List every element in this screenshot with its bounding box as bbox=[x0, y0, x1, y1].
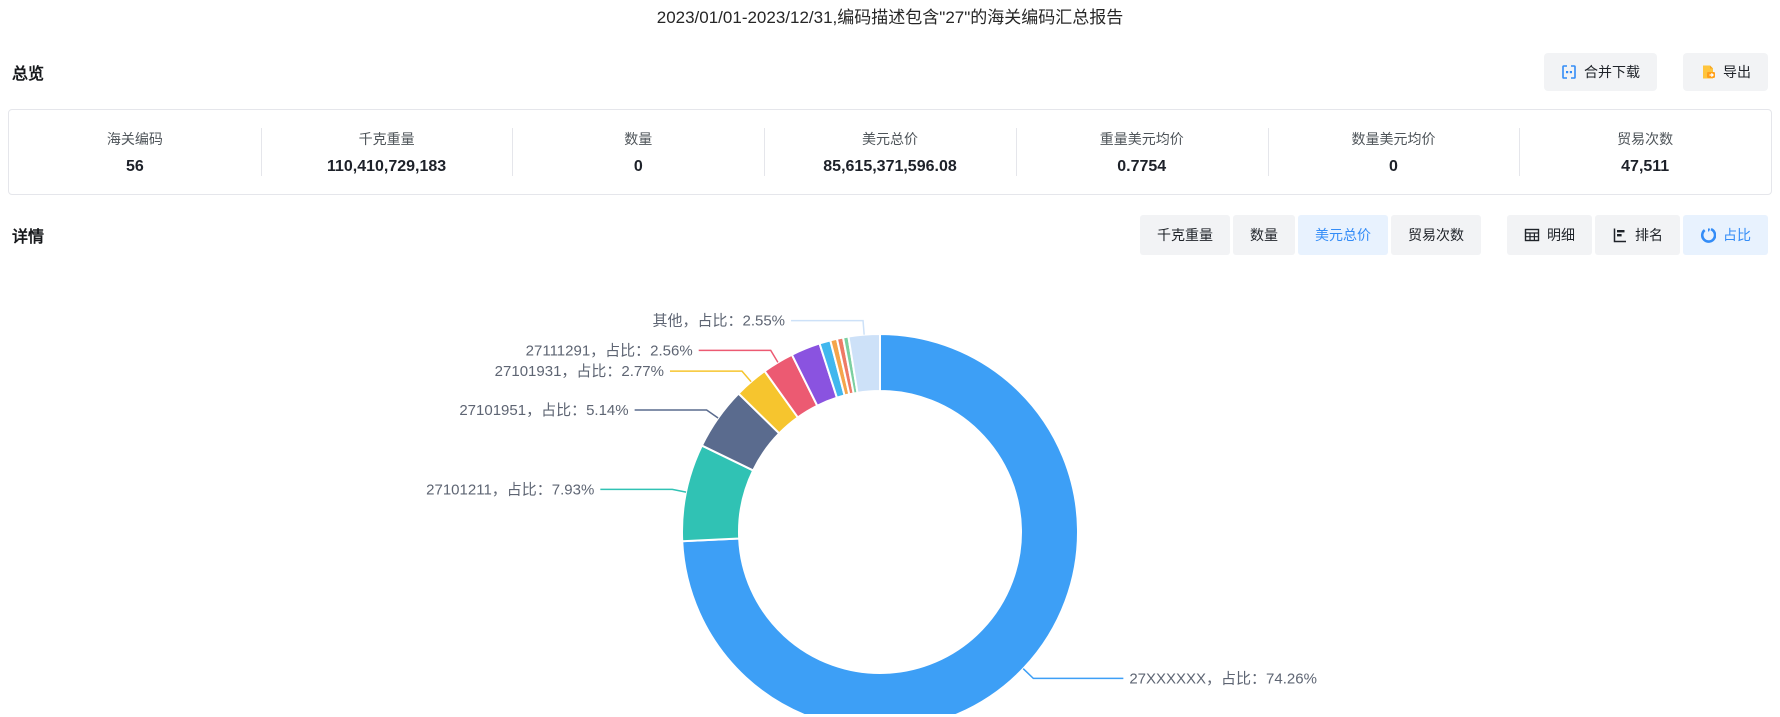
pie-label-line bbox=[669, 370, 752, 383]
stat-label: 贸易次数 bbox=[1617, 130, 1674, 147]
stat-label: 数量 bbox=[624, 130, 653, 147]
stat-label: 重量美元均价 bbox=[1099, 130, 1184, 147]
tab-ranking[interactable]: 排名 bbox=[1595, 215, 1680, 255]
stat-value: 0 bbox=[1389, 157, 1398, 175]
export-button[interactable]: 导出 bbox=[1683, 53, 1768, 91]
tab-label: 占比 bbox=[1723, 227, 1751, 243]
pie-label-line bbox=[791, 319, 865, 335]
stat-value: 56 bbox=[125, 157, 144, 175]
ranking-icon bbox=[1612, 227, 1628, 243]
merge-download-label: 合并下载 bbox=[1584, 64, 1640, 80]
tab-label: 数量 bbox=[1250, 227, 1278, 243]
tab-usd-total[interactable]: 美元总价 bbox=[1298, 215, 1388, 255]
merge-download-icon bbox=[1561, 64, 1577, 80]
stat-usd-per-weight: 重量美元均价 0.7754 bbox=[1015, 110, 1268, 194]
merge-download-button[interactable]: 合并下载 bbox=[1544, 53, 1657, 91]
donut-icon bbox=[1700, 227, 1716, 243]
stat-value: 85,615,371,596.08 bbox=[823, 157, 957, 175]
pie-label-其他: 其他，占比：2.55% bbox=[652, 313, 785, 330]
stat-value: 0 bbox=[633, 157, 643, 175]
tab-label: 千克重量 bbox=[1157, 227, 1213, 243]
pie-label-27101211: 27101211，占比：7.93% bbox=[426, 481, 594, 498]
table-icon bbox=[1524, 227, 1540, 243]
tab-label: 明细 bbox=[1547, 227, 1575, 243]
stat-quantity: 数量 0 bbox=[512, 110, 764, 194]
stat-label: 美元总价 bbox=[862, 130, 919, 147]
stat-usd-per-quantity: 数量美元均价 0 bbox=[1267, 110, 1520, 194]
tab-trade-count[interactable]: 贸易次数 bbox=[1391, 215, 1481, 255]
detail-heading: 详情 bbox=[12, 229, 45, 246]
stat-value: 47,511 bbox=[1621, 157, 1670, 175]
tab-quantity[interactable]: 数量 bbox=[1233, 215, 1295, 255]
stat-customs-code: 海关编码 56 bbox=[9, 110, 261, 194]
page-title: 2023/01/01-2023/12/31,编码描述包含"27"的海关编码汇总报… bbox=[656, 8, 1124, 27]
metric-tab-group: 千克重量 数量 美元总价 贸易次数 bbox=[1140, 215, 1481, 255]
pie-chart-canvas: 27XXXXXX，占比：74.26% 27101211，占比：7.93% 27101… bbox=[426, 313, 1317, 714]
overview-stats-card: 海关编码 56 千克重量 110,410,729,183 数量 0 美元总价 8… bbox=[8, 109, 1772, 195]
view-tab-group: 明细 排名 占比 bbox=[1507, 215, 1768, 255]
detail-header: 详情 千克重量 数量 美元总价 贸易次数 明细 排名 占比 bbox=[0, 215, 1780, 255]
stat-usd-total: 美元总价 85,615,371,596.08 bbox=[764, 110, 1016, 194]
pie-label-27101931: 27101931，占比：2.77% bbox=[495, 363, 664, 380]
stat-label: 海关编码 bbox=[106, 130, 163, 147]
export-icon bbox=[1700, 64, 1716, 80]
tab-detail-list[interactable]: 明细 bbox=[1507, 215, 1592, 255]
detail-controls: 千克重量 数量 美元总价 贸易次数 明细 排名 占比 bbox=[1140, 215, 1768, 255]
pie-label-line bbox=[1022, 668, 1124, 680]
pie-label-27101951: 27101951，占比：5.14% bbox=[459, 402, 628, 419]
stat-label: 数量美元均价 bbox=[1351, 130, 1436, 147]
tab-kg-weight[interactable]: 千克重量 bbox=[1140, 215, 1230, 255]
pie-label-line bbox=[600, 488, 687, 493]
overview-heading: 总览 bbox=[12, 66, 45, 83]
pie-label-line bbox=[698, 349, 779, 363]
stat-value: 0.7754 bbox=[1117, 157, 1167, 175]
overview-actions: 合并下载 导出 bbox=[1544, 53, 1768, 91]
stat-kg-weight: 千克重量 110,410,729,183 bbox=[260, 110, 513, 194]
tab-label: 贸易次数 bbox=[1408, 227, 1464, 243]
export-label: 导出 bbox=[1723, 64, 1751, 80]
pie-label-27XXXXXX: 27XXXXXX，占比：74.26% bbox=[1129, 670, 1317, 687]
stat-trade-count: 贸易次数 47,511 bbox=[1519, 110, 1771, 194]
pie-label-27111291: 27111291，占比：2.56% bbox=[526, 342, 693, 359]
tab-label: 排名 bbox=[1635, 227, 1663, 243]
stat-value: 110,410,729,183 bbox=[326, 157, 447, 175]
tab-proportion[interactable]: 占比 bbox=[1683, 215, 1768, 255]
proportion-donut-chart: 27XXXXXX，占比：74.26% 27101211，占比：7.93% 27101… bbox=[0, 255, 1780, 714]
pie-label-line bbox=[634, 409, 719, 419]
overview-header: 总览 合并下载 导出 bbox=[0, 52, 1780, 92]
stat-label: 千克重量 bbox=[358, 130, 415, 147]
tab-label: 美元总价 bbox=[1315, 227, 1371, 243]
